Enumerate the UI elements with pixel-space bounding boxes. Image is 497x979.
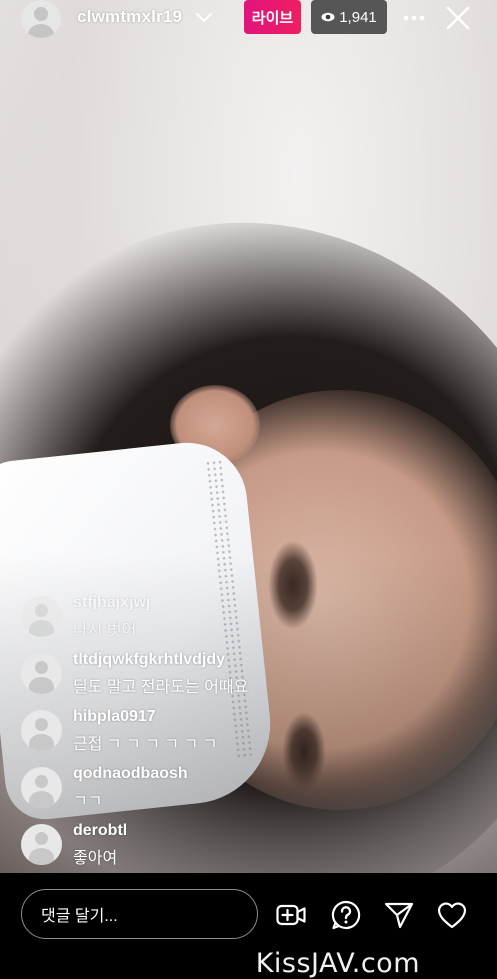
send-icon[interactable] — [383, 899, 415, 931]
more-icon[interactable] — [402, 6, 426, 30]
commenter-username[interactable]: stfjhajxjwj — [73, 594, 150, 612]
heart-icon[interactable] — [436, 899, 468, 931]
eye-icon — [321, 12, 335, 22]
commenter-avatar[interactable] — [21, 767, 62, 808]
comment-text: 좋아여 — [73, 850, 118, 867]
comment-text: 근접 ㄱ ㄱ ㄱ ㄱ ㄱ ㄱ — [73, 736, 218, 753]
comment-item: qodnaodbaosh ㄱㄱ — [0, 763, 497, 813]
live-header: clwmtmxlr19 라이브 1,941 — [0, 0, 497, 38]
commenter-avatar[interactable] — [21, 653, 62, 694]
host-avatar[interactable] — [21, 0, 61, 38]
commenter-username[interactable]: hibpla0917 — [73, 708, 156, 726]
add-video-icon[interactable] — [275, 899, 307, 931]
viewer-count-badge[interactable]: 1,941 — [311, 0, 387, 34]
bottom-bar: 댓글 달기... KissJAV.com — [0, 873, 497, 979]
comment-text: 나시 벗어 — [73, 622, 137, 639]
comment-item: stfjhajxjwj 나시 벗어 — [0, 592, 497, 642]
watermark: KissJAV.com — [255, 948, 420, 979]
comment-text: 딜도 말고 전라도는 어때요 — [73, 679, 249, 696]
comment-placeholder: 댓글 달기... — [41, 908, 118, 925]
comment-text: ㄱㄱ — [73, 793, 103, 810]
commenter-username[interactable]: tltdjqwkfgkrhtlvdjdy — [73, 651, 225, 669]
commenter-avatar[interactable] — [21, 596, 62, 637]
commenter-avatar[interactable] — [21, 824, 62, 865]
comment-item: hibpla0917 근접 ㄱ ㄱ ㄱ ㄱ ㄱ ㄱ — [0, 706, 497, 756]
viewer-count: 1,941 — [339, 8, 377, 26]
question-icon[interactable] — [330, 899, 362, 931]
host-username[interactable]: clwmtmxlr19 — [77, 7, 182, 27]
commenter-avatar[interactable] — [21, 710, 62, 751]
chevron-down-icon[interactable] — [194, 8, 214, 28]
comment-item: derobtl 좋아여 — [0, 820, 497, 870]
close-icon[interactable] — [444, 4, 472, 32]
commenter-username[interactable]: derobtl — [73, 822, 127, 840]
commenter-username[interactable]: qodnaodbaosh — [73, 765, 188, 783]
live-badge: 라이브 — [244, 0, 301, 34]
comment-item: tltdjqwkfgkrhtlvdjdy 딜도 말고 전라도는 어때요 — [0, 649, 497, 699]
comment-input[interactable]: 댓글 달기... — [21, 889, 258, 939]
